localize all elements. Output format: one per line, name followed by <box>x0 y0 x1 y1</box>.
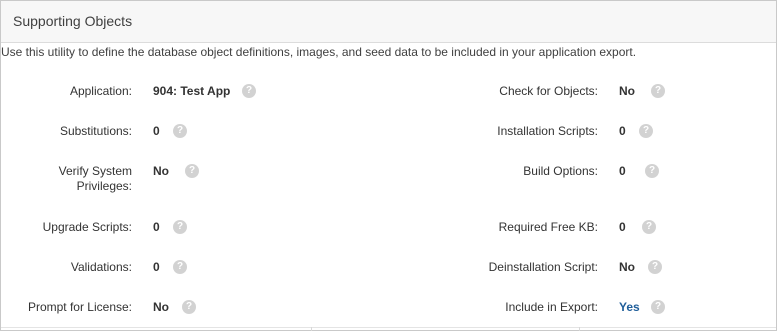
field-value: 0 <box>619 220 626 234</box>
field-value: 0 <box>619 124 626 138</box>
help-icon[interactable]: ? <box>651 300 665 314</box>
field-label: Upgrade Scripts: <box>42 220 132 234</box>
panel-header: Supporting Objects <box>1 1 776 43</box>
divider <box>1 327 776 328</box>
field-label: Required Free KB: <box>498 220 598 234</box>
supporting-objects-panel: Supporting Objects Use this utility to d… <box>0 0 777 331</box>
field-value: No <box>153 300 169 314</box>
help-icon[interactable]: ? <box>173 124 187 138</box>
panel-title: Supporting Objects <box>13 13 133 29</box>
field-label: Include in Export: <box>505 300 598 314</box>
field-label: Validations: <box>70 260 132 274</box>
field-value: 0 <box>619 164 626 178</box>
help-icon[interactable]: ? <box>242 84 256 98</box>
field-value: 0 <box>153 220 160 234</box>
field-label: Deinstallation Script: <box>488 260 598 274</box>
field-label: Check for Objects: <box>499 84 598 98</box>
field-value: No <box>619 84 635 98</box>
field-value: 0 <box>153 124 160 138</box>
field-value: No <box>619 260 635 274</box>
help-icon[interactable]: ? <box>648 260 662 274</box>
help-icon[interactable]: ? <box>645 164 659 178</box>
field-label: Substitutions: <box>59 124 132 138</box>
field-label: Prompt for License: <box>27 300 132 314</box>
field-value: 904: Test App <box>153 84 231 98</box>
help-icon[interactable]: ? <box>182 300 196 314</box>
divider-tick <box>311 327 312 331</box>
field-label: Build Options: <box>523 164 598 178</box>
include-in-export-link[interactable]: Yes <box>619 300 640 315</box>
help-icon[interactable]: ? <box>185 164 199 178</box>
field-value: No <box>153 164 169 178</box>
help-icon[interactable]: ? <box>173 220 187 234</box>
help-icon[interactable]: ? <box>651 84 665 98</box>
field-value: 0 <box>153 260 160 274</box>
field-label: Installation Scripts: <box>497 124 598 138</box>
field-label: Application: <box>69 84 132 98</box>
field-label: Verify System Privileges: <box>58 164 132 193</box>
help-icon[interactable]: ? <box>642 220 656 234</box>
panel-description: Use this utility to define the database … <box>1 45 637 59</box>
help-icon[interactable]: ? <box>639 124 653 138</box>
help-icon[interactable]: ? <box>173 260 187 274</box>
divider-tick <box>579 327 580 331</box>
